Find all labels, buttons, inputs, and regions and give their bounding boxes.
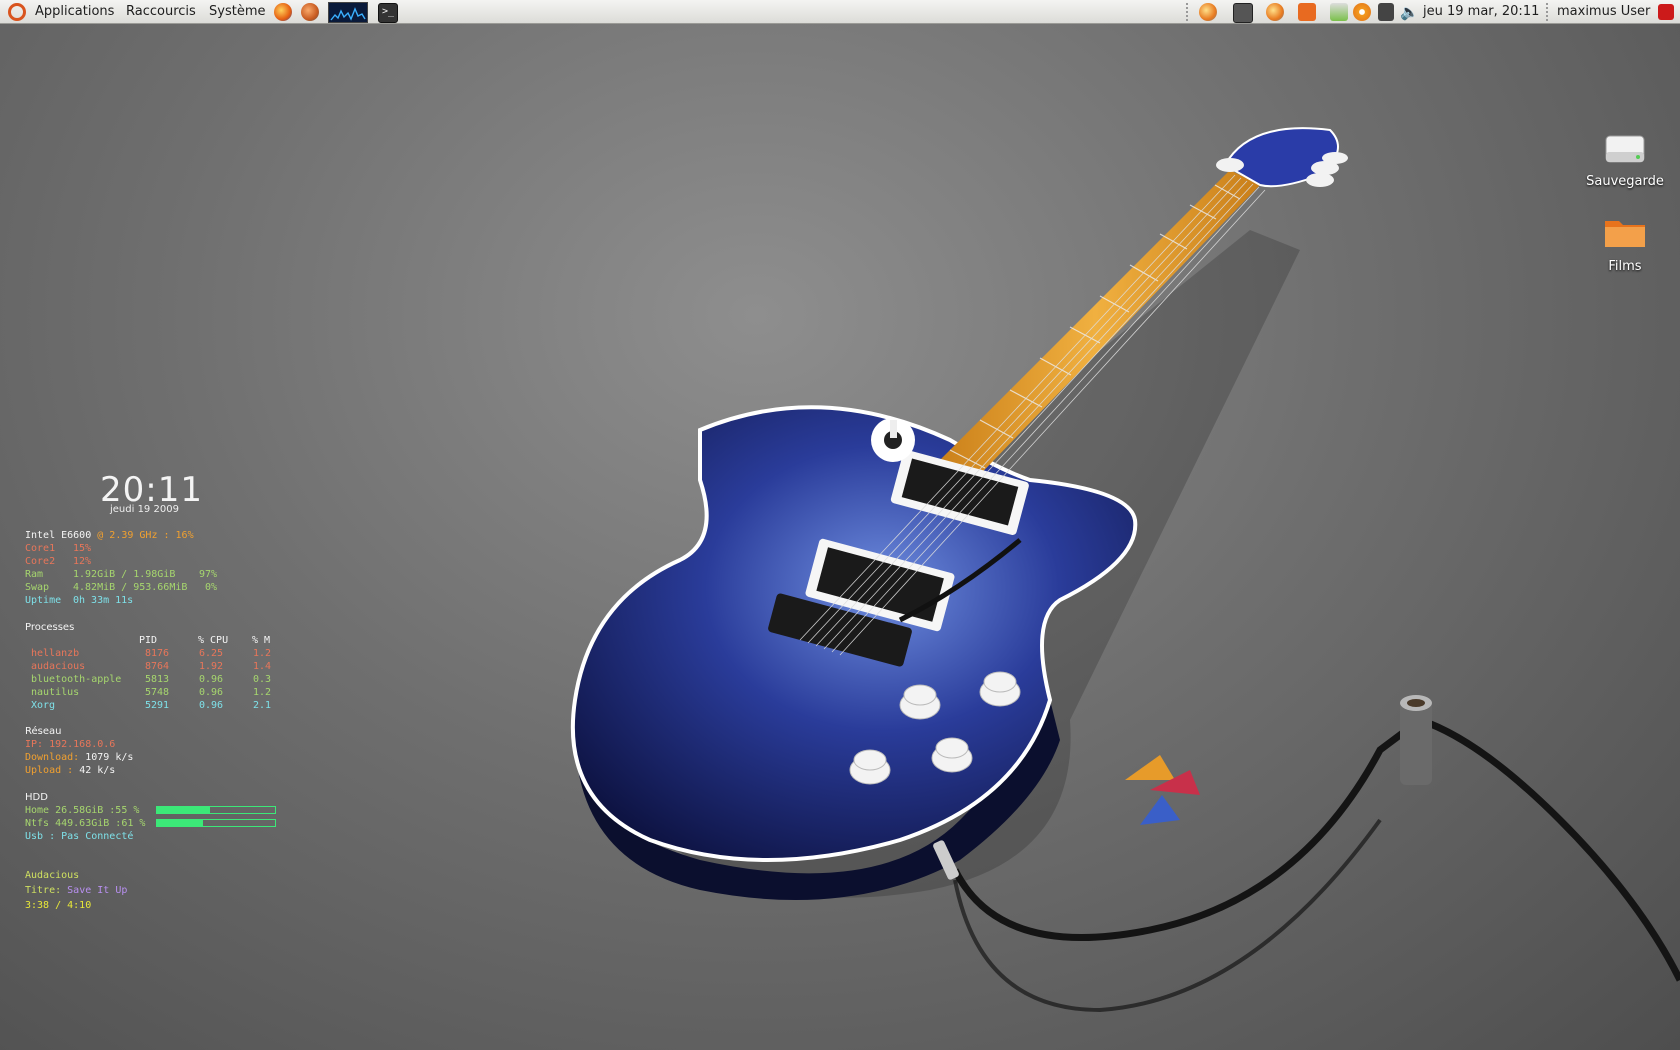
settings-gear-tray-icon[interactable] [1353,3,1371,21]
menu-raccourcis[interactable]: Raccourcis [126,0,196,24]
terminal-launcher-icon[interactable]: >_ [378,3,398,23]
conky-usb: Usb : Pas Connecté [25,831,134,842]
user-name[interactable]: maximus User [1557,0,1650,24]
firefox-launcher-icon[interactable] [274,3,292,21]
system-monitor-applet-icon[interactable] [328,2,368,23]
top-panel: Applications Raccourcis Système >_ 🔈 jeu… [0,0,1680,24]
conky-network-title: Réseau [25,726,62,737]
guitar-pick-blue [1140,795,1180,825]
desktop-icon-films[interactable]: Films [1570,215,1680,274]
conky-ip: IP: 192.168.0.6 [25,739,116,750]
guitar-pick-orange [1125,755,1175,780]
conky-processes-title: Processes [25,622,75,633]
conky-download: Download: 1079 k/s [25,752,134,763]
conky-track-position: 3:38 / 4:10 [25,900,92,911]
wallpaper-guitar [570,127,1680,1013]
conky-hdd-home-bar [156,806,276,814]
conky-date: jeudi 19 2009 [110,504,179,515]
conky-hdd-title: HDD [25,792,48,803]
firefox-tray-icon-2[interactable] [1266,3,1284,21]
volume-icon[interactable]: 🔈 [1400,0,1419,24]
desktop-icon-label: Sauvegarde [1586,174,1664,189]
power-icon[interactable] [1658,4,1674,20]
calendar-tray-icon[interactable] [1298,3,1316,21]
conky-hdd-ntfs-bar [156,819,276,827]
desktop-icon-sauvegarde[interactable]: Sauvegarde [1570,130,1680,189]
guitar-jack [1400,700,1432,785]
folder-icon [1605,221,1645,247]
firefox-tray-icon[interactable] [1199,3,1217,21]
network-tray-icon[interactable] [1378,3,1394,21]
conky-upload: Upload : 42 k/s [25,765,116,776]
conky-audacious-title: Audacious [25,870,80,881]
panel-clock[interactable]: jeu 19 mar, 20:11 [1423,0,1539,24]
conky-track-title: Titre: Save It Up [25,885,128,896]
desktop-icon-label: Films [1608,259,1642,274]
screenshot-tray-icon[interactable] [1233,3,1253,23]
menu-systeme[interactable]: Système [209,0,265,24]
browser-launcher-icon[interactable] [301,3,319,21]
conky-cpu-freq: @ 2.39 GHz : 16% [97,530,194,541]
ubuntu-logo-icon[interactable] [8,3,26,21]
conky-hdd-home: Home 26.58GiB :55 % [25,805,140,816]
drive-icon [1605,135,1645,163]
menu-applications[interactable]: Applications [35,0,114,24]
conky-hdd-ntfs: Ntfs 449.63GiB :61 % [25,818,146,829]
conky-cpu-name: Intel E6600 [25,530,92,541]
news-download-tray-icon[interactable] [1330,3,1348,21]
